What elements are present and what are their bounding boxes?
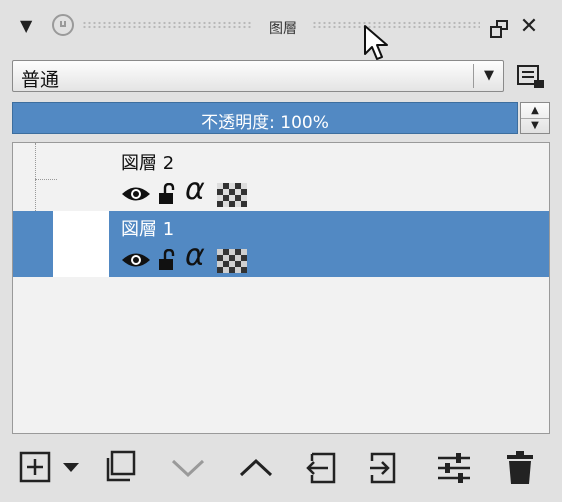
collapse-triangle-icon[interactable]: ▼ xyxy=(20,16,40,36)
duplicate-layer-button[interactable] xyxy=(100,448,140,488)
blend-mode-value: 普通 xyxy=(21,69,60,91)
add-layer-dropdown[interactable] xyxy=(58,448,84,488)
eye-icon[interactable] xyxy=(121,251,151,269)
layer-list[interactable]: 図層 2 α 図層 1 α xyxy=(12,142,550,434)
chevron-down-icon xyxy=(171,459,205,478)
alpha-icon[interactable]: α xyxy=(185,175,205,205)
panel-lock-icon[interactable] xyxy=(52,14,74,36)
checker-icon[interactable] xyxy=(217,183,247,207)
merge-in-icon xyxy=(306,452,336,484)
spin-down-icon[interactable]: ▼ xyxy=(521,118,549,133)
layer-name: 図層 1 xyxy=(121,219,175,240)
mouse-cursor-icon xyxy=(364,25,388,60)
move-layer-down-button[interactable] xyxy=(168,448,208,488)
checker-icon[interactable] xyxy=(217,249,247,273)
opacity-slider[interactable]: 不透明度: 100% xyxy=(12,102,518,134)
alpha-icon[interactable]: α xyxy=(185,241,205,271)
duplicate-icon xyxy=(106,450,136,482)
select-divider xyxy=(473,64,474,88)
layer-properties: α xyxy=(121,241,281,275)
move-layer-up-button[interactable] xyxy=(236,448,276,488)
drag-handle-left[interactable] xyxy=(82,21,252,29)
layer-properties: α xyxy=(121,175,281,209)
export-layer-button[interactable] xyxy=(366,448,406,488)
float-panel-icon[interactable] xyxy=(490,20,508,38)
opacity-label: 不透明度: 100% xyxy=(201,113,329,133)
layer-name: 図層 2 xyxy=(121,153,175,174)
layer-properties-button[interactable] xyxy=(434,448,474,488)
panel-titlebar: ▼ 图層 ✕ xyxy=(0,0,562,60)
sliders-icon xyxy=(438,453,470,483)
layer-row[interactable]: 図層 2 α xyxy=(13,145,549,211)
layer-toolbar xyxy=(0,440,562,494)
lock-icon[interactable] xyxy=(157,249,177,271)
trash-icon xyxy=(507,451,533,484)
chevron-down-icon xyxy=(63,463,79,472)
spin-up-icon[interactable]: ▲ xyxy=(521,103,549,119)
close-icon[interactable]: ✕ xyxy=(516,14,542,40)
merge-out-icon xyxy=(370,452,396,484)
layer-options-menu-icon[interactable] xyxy=(514,62,548,92)
chevron-down-icon[interactable]: ▼ xyxy=(479,67,499,85)
add-layer-button[interactable] xyxy=(18,448,58,488)
layer-row-selected[interactable]: 図層 1 α xyxy=(13,211,549,277)
drag-handle-right[interactable] xyxy=(312,21,480,29)
blend-mode-select[interactable]: 普通 ▼ xyxy=(12,60,504,92)
delete-layer-button[interactable] xyxy=(500,448,540,488)
layer-thumbnail xyxy=(53,211,109,277)
eye-icon[interactable] xyxy=(121,185,151,203)
opacity-spinbox[interactable]: ▲ ▼ xyxy=(520,102,550,134)
chevron-up-icon xyxy=(239,458,273,477)
add-layer-icon xyxy=(19,451,51,483)
panel-title: 图層 xyxy=(269,21,297,37)
merge-layer-button[interactable] xyxy=(300,448,340,488)
lock-icon[interactable] xyxy=(157,183,177,205)
